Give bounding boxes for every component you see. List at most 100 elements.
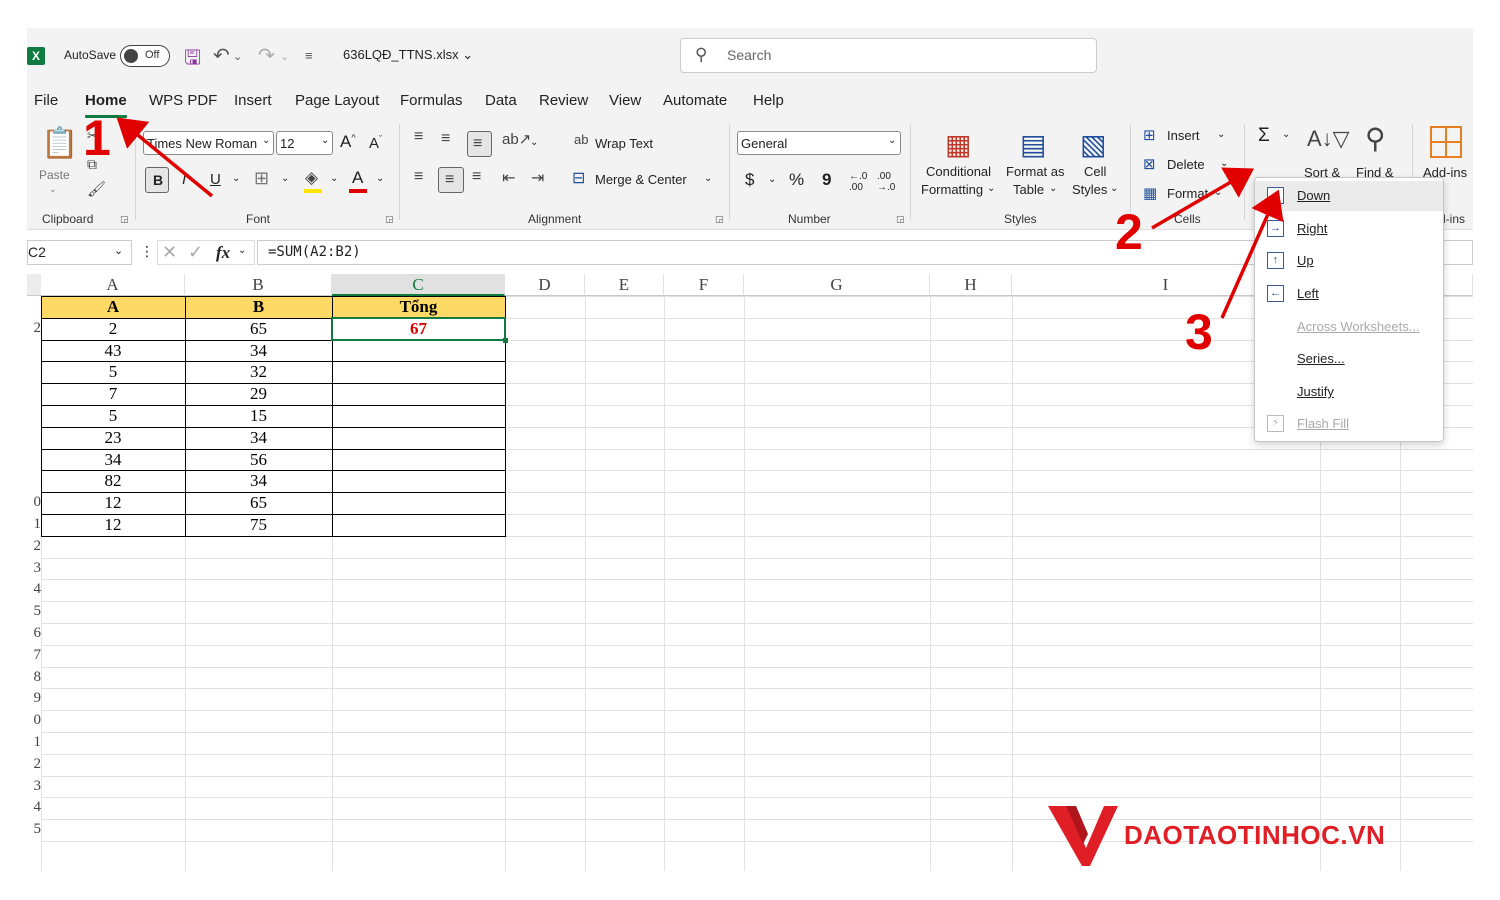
table-cell[interactable]: 12 bbox=[41, 492, 185, 514]
chevron-down-icon[interactable]: ⌄ bbox=[1214, 187, 1222, 198]
align-middle-icon[interactable]: ≡ bbox=[441, 130, 450, 148]
tab-wps-pdf[interactable]: WPS PDF bbox=[149, 92, 217, 109]
table-header-cell[interactable]: Tổng bbox=[332, 296, 505, 318]
dialog-launcher-icon[interactable]: ◲ bbox=[120, 214, 129, 225]
fill-menu-item-down[interactable]: ↓ Down bbox=[1255, 181, 1443, 211]
fill-menu-item-left[interactable]: ← Left bbox=[1255, 279, 1443, 309]
percent-button[interactable]: % bbox=[789, 170, 804, 190]
chevron-down-icon[interactable]: ⌄ bbox=[281, 173, 289, 184]
chevron-down-icon[interactable]: ⌄ bbox=[1217, 129, 1225, 140]
format-as-table-line2[interactable]: Table bbox=[1013, 182, 1044, 197]
customize-toolbar-icon[interactable]: ≡ bbox=[305, 48, 313, 63]
align-top-icon[interactable]: ≡ bbox=[414, 128, 423, 146]
paste-icon[interactable]: 📋 bbox=[41, 126, 78, 161]
more-options-icon[interactable]: ⋮ bbox=[140, 243, 154, 260]
row-header[interactable] bbox=[27, 451, 41, 473]
chevron-down-icon[interactable]: ⌄ bbox=[330, 173, 338, 184]
column-header-c[interactable]: C bbox=[332, 274, 505, 296]
increase-indent-icon[interactable]: ⇥ bbox=[531, 168, 544, 188]
align-center-button[interactable]: ≡ bbox=[438, 167, 464, 193]
table-cell[interactable]: 34 bbox=[185, 470, 332, 492]
increase-font-size-icon[interactable]: A^ bbox=[340, 132, 356, 152]
bold-button[interactable]: B bbox=[145, 167, 169, 193]
table-cell[interactable]: 29 bbox=[185, 383, 332, 405]
table-cell[interactable] bbox=[332, 470, 505, 492]
row-header[interactable]: 5 bbox=[27, 821, 42, 843]
table-cell[interactable]: 2 bbox=[41, 318, 185, 340]
borders-icon[interactable]: ⊞ bbox=[254, 168, 269, 189]
file-name[interactable]: 636LQĐ_TTNS.xlsx ⌄ bbox=[343, 47, 473, 63]
fill-menu-item-series[interactable]: Series... bbox=[1255, 344, 1443, 374]
format-cells-button[interactable]: Format bbox=[1167, 186, 1208, 201]
merge-center-button[interactable]: Merge & Center bbox=[595, 172, 687, 187]
chevron-down-icon[interactable]: ⌄ bbox=[1220, 158, 1228, 169]
decrease-font-size-icon[interactable]: Aˇ bbox=[369, 134, 382, 152]
insert-cells-button[interactable]: Insert bbox=[1167, 128, 1200, 143]
table-cell[interactable]: 34 bbox=[41, 449, 185, 471]
dialog-launcher-icon[interactable]: ◲ bbox=[385, 214, 394, 225]
row-header[interactable] bbox=[27, 407, 41, 429]
chevron-down-icon[interactable]: ⌄ bbox=[1282, 129, 1290, 140]
row-header[interactable]: 8 bbox=[27, 669, 42, 691]
row-header[interactable]: 1 bbox=[27, 516, 42, 538]
fill-menu-item-right[interactable]: → Right bbox=[1255, 214, 1443, 244]
table-cell[interactable] bbox=[332, 405, 505, 427]
column-header-f[interactable]: F bbox=[664, 274, 744, 296]
table-cell[interactable]: 75 bbox=[185, 514, 332, 536]
align-bottom-button[interactable]: ≡ bbox=[467, 131, 492, 157]
increase-decimal-icon[interactable]: ←.0.00 bbox=[849, 171, 867, 193]
undo-icon[interactable]: ↶ bbox=[213, 43, 230, 68]
table-cell[interactable]: 32 bbox=[185, 361, 332, 383]
chevron-down-icon[interactable]: ⌄ bbox=[530, 137, 538, 148]
table-cell[interactable] bbox=[332, 492, 505, 514]
table-header-cell[interactable]: B bbox=[185, 296, 332, 318]
table-cell[interactable]: 15 bbox=[185, 405, 332, 427]
column-header-a[interactable]: A bbox=[41, 274, 185, 296]
decrease-indent-icon[interactable]: ⇤ bbox=[502, 168, 515, 188]
table-cell[interactable]: 82 bbox=[41, 470, 185, 492]
row-header[interactable]: 2 bbox=[27, 756, 42, 778]
column-header-g[interactable]: G bbox=[744, 274, 930, 296]
table-cell[interactable]: 65 bbox=[185, 492, 332, 514]
font-color-icon[interactable]: A bbox=[352, 168, 363, 188]
row-header[interactable]: 9 bbox=[27, 690, 42, 712]
table-header-cell[interactable]: A bbox=[41, 296, 185, 318]
row-header[interactable]: 1 bbox=[27, 734, 42, 756]
row-header[interactable]: 7 bbox=[27, 647, 42, 669]
conditional-formatting-line2[interactable]: Formatting bbox=[921, 182, 983, 197]
decrease-decimal-icon[interactable]: .00 →.0 bbox=[877, 171, 895, 193]
orientation-icon[interactable]: ab↗ bbox=[502, 130, 531, 148]
name-box[interactable]: C2 ⌄ bbox=[27, 240, 132, 265]
table-cell[interactable] bbox=[332, 340, 505, 362]
conditional-formatting-line1[interactable]: Conditional bbox=[926, 164, 991, 179]
row-header[interactable] bbox=[27, 472, 41, 494]
tab-page-layout[interactable]: Page Layout bbox=[295, 92, 379, 109]
column-header-b[interactable]: B bbox=[185, 274, 332, 296]
fill-handle[interactable] bbox=[503, 338, 508, 343]
dialog-launcher-icon[interactable]: ◲ bbox=[715, 214, 724, 225]
table-cell[interactable]: 23 bbox=[41, 427, 185, 449]
fill-color-icon[interactable]: ◈ bbox=[305, 168, 318, 188]
row-header[interactable] bbox=[27, 363, 41, 385]
table-cell[interactable] bbox=[332, 427, 505, 449]
font-size-select[interactable]: 12 ⌄ bbox=[276, 131, 333, 155]
insert-function-button[interactable]: fx bbox=[216, 243, 230, 263]
row-header[interactable] bbox=[27, 342, 41, 364]
column-header-h[interactable]: H bbox=[930, 274, 1012, 296]
row-header[interactable]: 6 bbox=[27, 625, 42, 647]
row-header[interactable]: 3 bbox=[27, 778, 42, 800]
tab-data[interactable]: Data bbox=[485, 92, 517, 109]
row-header[interactable]: 3 bbox=[27, 560, 42, 582]
tab-formulas[interactable]: Formulas bbox=[400, 92, 463, 109]
save-icon[interactable]: 🖫 bbox=[184, 43, 201, 77]
comma-style-button[interactable]: 9 bbox=[822, 170, 831, 190]
table-cell[interactable]: 7 bbox=[41, 383, 185, 405]
format-painter-icon[interactable]: 🖌 bbox=[87, 180, 106, 198]
table-cell[interactable]: 12 bbox=[41, 514, 185, 536]
chevron-down-icon[interactable]: ⌄ bbox=[376, 173, 384, 184]
table-cell[interactable]: 34 bbox=[185, 340, 332, 362]
chevron-down-icon[interactable]: ⌄ bbox=[704, 173, 712, 184]
row-header[interactable]: 5 bbox=[27, 603, 42, 625]
row-header[interactable]: 4 bbox=[27, 581, 42, 603]
table-cell[interactable] bbox=[332, 514, 505, 536]
